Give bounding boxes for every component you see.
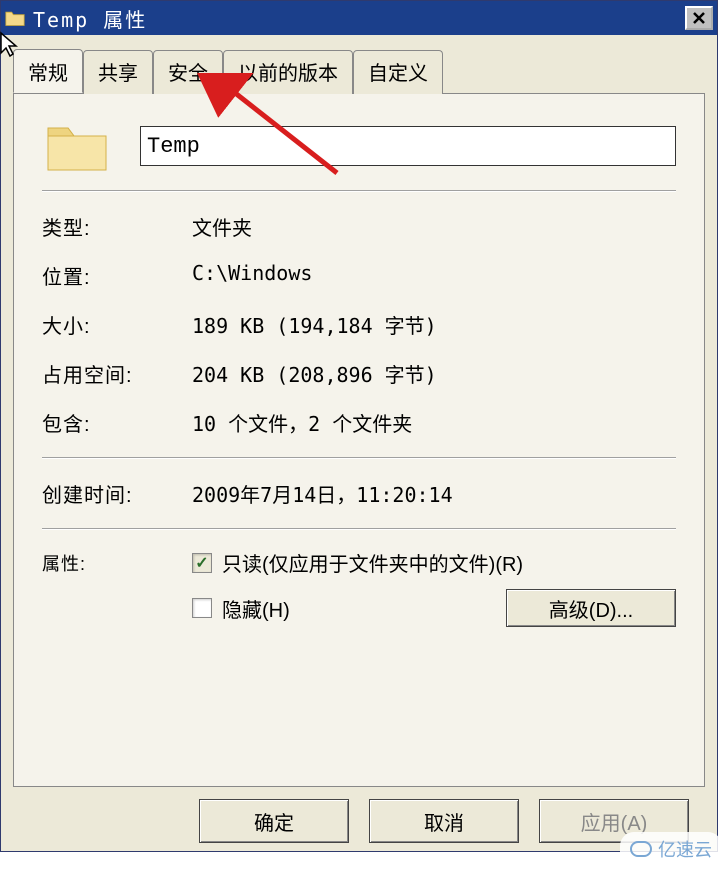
divider [42, 190, 676, 192]
created-value: 2009年7月14日，11:20:14 [192, 479, 676, 508]
watermark: 亿速云 [620, 832, 722, 866]
attributes-label: 属性: [42, 550, 192, 627]
close-button[interactable] [685, 6, 713, 30]
row-location: 位置: C:\Windows [42, 261, 676, 290]
hidden-checkbox-row[interactable]: 隐藏(H) [192, 594, 496, 623]
divider [42, 528, 676, 530]
contains-value: 10 个文件，2 个文件夹 [192, 408, 676, 437]
readonly-label: 只读(仅应用于文件夹中的文件)(R) [222, 548, 523, 577]
close-icon [692, 11, 706, 25]
tab-security[interactable]: 安全 [153, 50, 223, 94]
tab-strip: 常规 共享 安全 以前的版本 自定义 [13, 49, 705, 93]
properties-dialog: Temp 属性 常规 共享 安全 以前的版本 自定义 [0, 0, 718, 852]
window-title: Temp 属性 [33, 4, 685, 33]
type-label: 类型: [42, 212, 192, 241]
titlebar: Temp 属性 [1, 1, 717, 35]
folder-icon [5, 9, 25, 27]
content-area: 常规 共享 安全 以前的版本 自定义 类型: 文件夹 位置: C:\Windo [1, 35, 717, 851]
advanced-button[interactable]: 高级(D)... [506, 589, 676, 627]
watermark-text: 亿速云 [658, 836, 712, 862]
folder-name-row [42, 116, 676, 176]
row-size: 大小: 189 KB (194,184 字节) [42, 310, 676, 339]
dialog-button-bar: 确定 取消 应用(A) [13, 787, 705, 843]
ok-button[interactable]: 确定 [199, 799, 349, 843]
contains-label: 包含: [42, 408, 192, 437]
divider [42, 457, 676, 459]
tab-custom[interactable]: 自定义 [353, 50, 443, 94]
row-type: 类型: 文件夹 [42, 212, 676, 241]
row-created: 创建时间: 2009年7月14日，11:20:14 [42, 479, 676, 508]
folder-large-icon [42, 116, 112, 176]
cancel-button[interactable]: 取消 [369, 799, 519, 843]
size-on-disk-value: 204 KB (208,896 字节) [192, 359, 676, 388]
size-label: 大小: [42, 310, 192, 339]
watermark-icon [630, 841, 652, 857]
hidden-checkbox[interactable] [192, 598, 212, 618]
location-value: C:\Windows [192, 261, 676, 290]
folder-name-input[interactable] [140, 126, 676, 166]
cursor-icon [0, 31, 21, 59]
size-on-disk-label: 占用空间: [42, 359, 192, 388]
hidden-label: 隐藏(H) [222, 594, 290, 623]
readonly-checkbox-row[interactable]: 只读(仅应用于文件夹中的文件)(R) [192, 548, 676, 577]
size-value: 189 KB (194,184 字节) [192, 310, 676, 339]
row-size-on-disk: 占用空间: 204 KB (208,896 字节) [42, 359, 676, 388]
type-value: 文件夹 [192, 212, 676, 241]
tab-panel-general: 类型: 文件夹 位置: C:\Windows 大小: 189 KB (194,1… [13, 93, 705, 787]
row-contains: 包含: 10 个文件，2 个文件夹 [42, 408, 676, 437]
readonly-checkbox[interactable] [192, 553, 212, 573]
created-label: 创建时间: [42, 479, 192, 508]
tab-general[interactable]: 常规 [13, 49, 83, 93]
tab-sharing[interactable]: 共享 [83, 50, 153, 94]
attributes-section: 属性: 只读(仅应用于文件夹中的文件)(R) 隐藏(H) 高级(D)... [42, 548, 676, 627]
tab-previous-versions[interactable]: 以前的版本 [223, 50, 353, 94]
location-label: 位置: [42, 261, 192, 290]
